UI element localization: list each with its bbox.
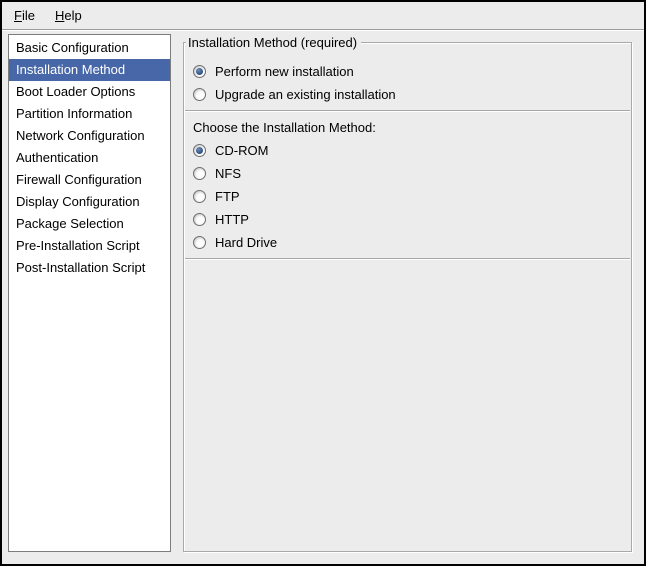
sidebar-item-pre-installation-script[interactable]: Pre-Installation Script [9,235,170,257]
sidebar-item-authentication[interactable]: Authentication [9,147,170,169]
radio-row-hard-drive[interactable]: Hard Drive [184,231,631,254]
sidebar-item-boot-loader-options[interactable]: Boot Loader Options [9,81,170,103]
radio-row-nfs[interactable]: NFS [184,162,631,185]
sidebar-section-list: Basic Configuration Installation Method … [8,34,171,552]
frame-body: Perform new installation Upgrade an exis… [184,43,631,260]
radio-label: Perform new installation [215,64,354,79]
radio-http[interactable] [193,213,206,226]
radio-label: NFS [215,166,241,181]
radio-label: FTP [215,189,240,204]
radio-label: CD-ROM [215,143,268,158]
radio-nfs[interactable] [193,167,206,180]
sidebar-item-display-configuration[interactable]: Display Configuration [9,191,170,213]
menu-file[interactable]: File [4,2,45,29]
choose-method-label: Choose the Installation Method: [184,116,631,139]
frame-title: Installation Method (required) [186,34,361,51]
sidebar-item-partition-information[interactable]: Partition Information [9,103,170,125]
sidebar-item-firewall-configuration[interactable]: Firewall Configuration [9,169,170,191]
radio-row-upgrade-existing-installation[interactable]: Upgrade an existing installation [184,83,631,106]
radio-label: HTTP [215,212,249,227]
menu-bar: File Help [2,2,644,30]
separator [185,258,630,260]
installation-method-frame: Installation Method (required) Perform n… [183,42,632,552]
menu-file-label: File [14,8,35,23]
radio-ftp[interactable] [193,190,206,203]
sidebar-item-post-installation-script[interactable]: Post-Installation Script [9,257,170,279]
radio-label: Hard Drive [215,235,277,250]
radio-row-cdrom[interactable]: CD-ROM [184,139,631,162]
radio-cdrom[interactable] [193,144,206,157]
menu-help-label: Help [55,8,82,23]
menu-help[interactable]: Help [45,2,92,29]
radio-row-perform-new-installation[interactable]: Perform new installation [184,60,631,83]
radio-hard-drive[interactable] [193,236,206,249]
radio-row-ftp[interactable]: FTP [184,185,631,208]
separator [185,110,630,112]
kickstart-configurator-window: File Help Basic Configuration Installati… [0,0,646,566]
sidebar-item-package-selection[interactable]: Package Selection [9,213,170,235]
sidebar-item-installation-method[interactable]: Installation Method [9,59,170,81]
sidebar-item-basic-configuration[interactable]: Basic Configuration [9,37,170,59]
radio-perform-new-installation[interactable] [193,65,206,78]
radio-row-http[interactable]: HTTP [184,208,631,231]
radio-label: Upgrade an existing installation [215,87,396,102]
radio-upgrade-existing-installation[interactable] [193,88,206,101]
sidebar-item-network-configuration[interactable]: Network Configuration [9,125,170,147]
